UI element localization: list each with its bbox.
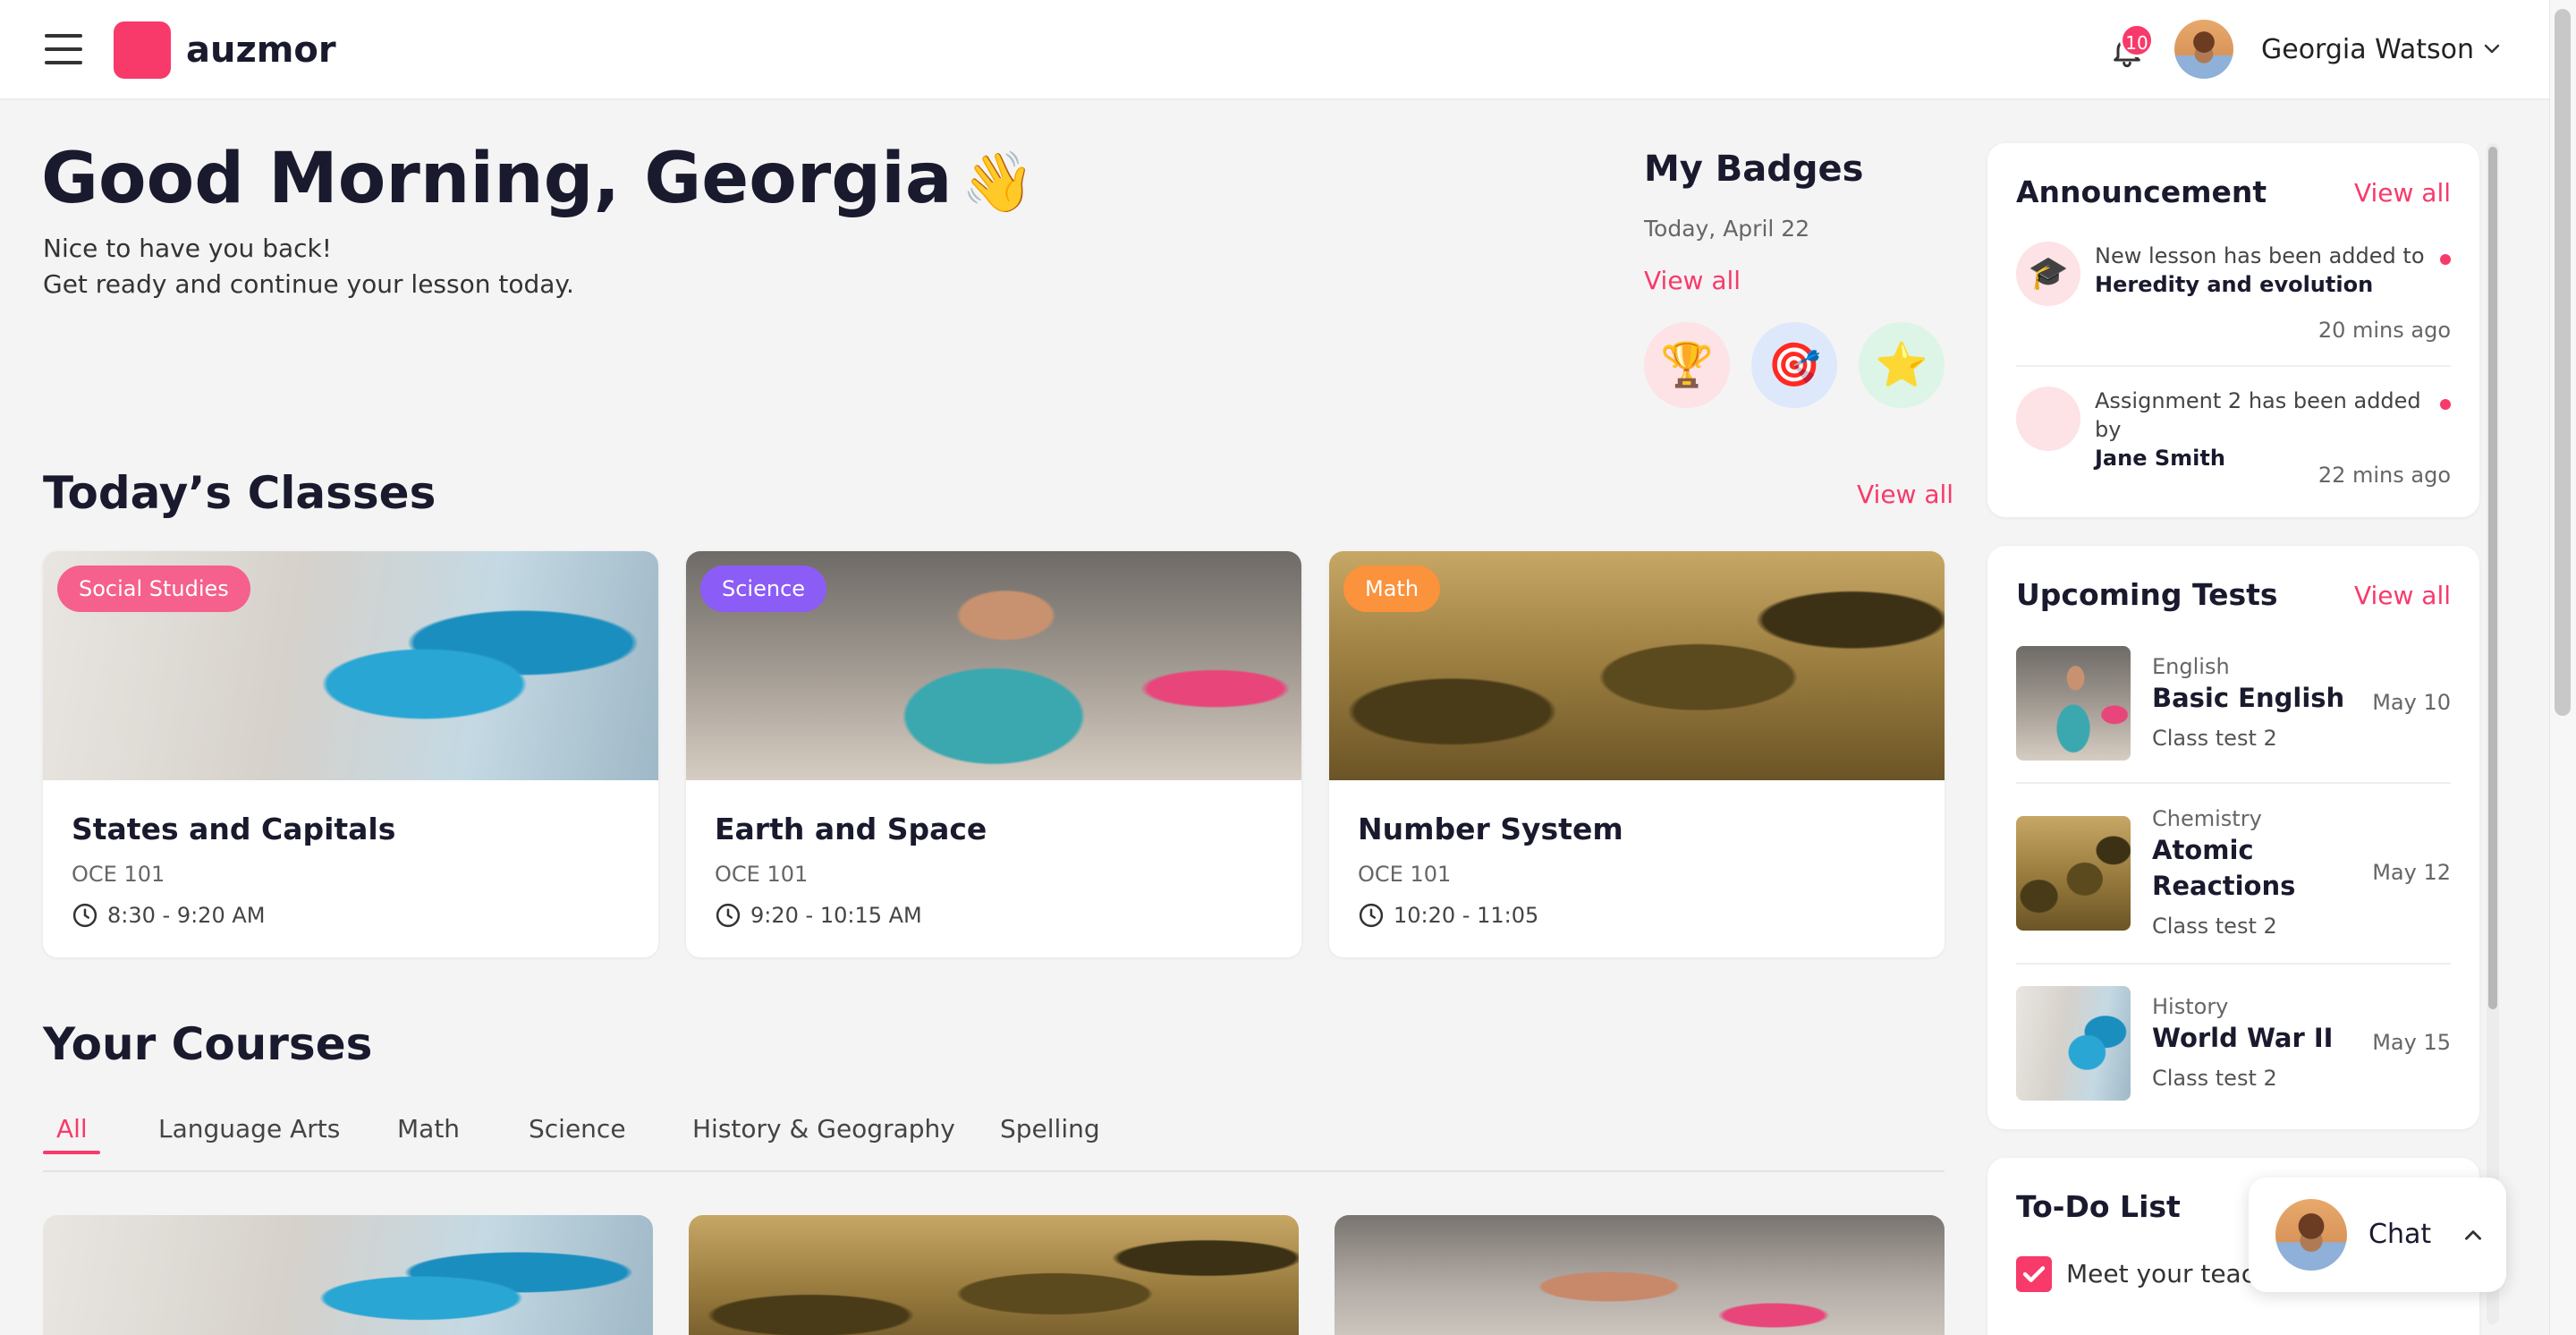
star-icon[interactable]: ⭐ (1859, 322, 1945, 408)
test-date: May 12 (2372, 860, 2451, 885)
badges-date: Today, April 22 (1644, 216, 1810, 242)
tab-history-geography[interactable]: History & Geography (692, 1113, 955, 1145)
course-card[interactable] (43, 1215, 653, 1335)
menu-icon[interactable] (45, 34, 82, 64)
test-name[interactable]: World War II (2152, 1020, 2358, 1056)
subject-tag: Social Studies (57, 565, 250, 612)
greeting-title: Good Morning, Georgia 👋 (41, 136, 1035, 225)
announcement-message: Assignment 2 has been added by (2095, 388, 2421, 442)
test-name[interactable]: Atomic Reactions (2152, 832, 2358, 904)
class-code: OCE 101 (72, 862, 165, 887)
avatar (2016, 387, 2080, 451)
announcement-subject: Heredity and evolution (2095, 272, 2374, 297)
clock-icon (72, 903, 97, 928)
announcement-text[interactable]: New lesson has been added to Heredity an… (2095, 242, 2426, 299)
upcoming-tests-title: Upcoming Tests (2016, 577, 2278, 612)
tab-math[interactable]: Math (397, 1113, 460, 1145)
class-code: OCE 101 (715, 862, 809, 887)
graduation-cap-icon: 🎓 (2016, 242, 2080, 306)
test-thumbnail (2016, 646, 2131, 761)
class-name: Earth and Space (715, 812, 987, 846)
wave-icon: 👋 (961, 148, 1035, 217)
class-card[interactable]: Science Earth and Space OCE 101 9:20 - 1… (686, 551, 1301, 957)
todo-checkbox[interactable] (2016, 1256, 2052, 1292)
logo-text: auzmor (186, 30, 336, 71)
classes-view-all-link[interactable]: View all (1857, 479, 1953, 511)
test-class: Class test 2 (2152, 1066, 2277, 1091)
test-subject: Chemistry (2152, 806, 2262, 831)
todo-item-text[interactable]: Meet your teach (2066, 1256, 2271, 1292)
tab-language-arts[interactable]: Language Arts (158, 1113, 340, 1145)
clock-icon (1359, 903, 1384, 928)
announcement-message: New lesson has been added to (2095, 243, 2425, 268)
divider (2016, 365, 2451, 367)
subject-tag: Math (1343, 565, 1441, 612)
user-avatar[interactable] (2174, 20, 2233, 79)
subject-tag: Science (700, 565, 827, 612)
announcement-time: 20 mins ago (2318, 318, 2451, 343)
chevron-up-icon[interactable] (2462, 1224, 2485, 1247)
tab-all[interactable]: All (56, 1113, 88, 1145)
class-code: OCE 101 (1358, 862, 1452, 887)
test-date: May 10 (2372, 690, 2451, 715)
top-bar: auzmor 10 Georgia Watson (0, 0, 2549, 100)
page-scrollbar-thumb[interactable] (2555, 9, 2571, 716)
user-name[interactable]: Georgia Watson (2261, 32, 2474, 68)
badges-title: My Badges (1644, 149, 1864, 190)
target-icon[interactable]: 🎯 (1751, 322, 1837, 408)
greeting-text: Good Morning, Georgia (41, 139, 953, 219)
test-date: May 15 (2372, 1030, 2451, 1055)
test-thumbnail (2016, 986, 2131, 1101)
divider (2016, 782, 2451, 784)
test-class: Class test 2 (2152, 914, 2277, 939)
chevron-down-icon[interactable] (2481, 38, 2503, 59)
badges-view-all-link[interactable]: View all (1644, 265, 1741, 297)
divider (2016, 963, 2451, 965)
test-subject: History (2152, 994, 2229, 1019)
class-time: 9:20 - 10:15 AM (750, 903, 922, 928)
class-card[interactable]: Social Studies States and Capitals OCE 1… (43, 551, 658, 957)
tab-science[interactable]: Science (529, 1113, 626, 1145)
class-card[interactable]: Math Number System OCE 101 10:20 - 11:05 (1329, 551, 1945, 957)
greeting-subtitle: Nice to have you back! (43, 234, 332, 263)
notification-count-badge: 10 (2120, 23, 2154, 57)
trophy-icon[interactable]: 🏆 (1644, 322, 1730, 408)
announcement-card: Announcement View all 🎓 New lesson has b… (1987, 143, 2479, 517)
test-name[interactable]: Basic English (2152, 680, 2358, 716)
announcement-title: Announcement (2016, 174, 2267, 209)
clock-icon (716, 903, 741, 928)
chat-widget[interactable]: Chat (2249, 1178, 2506, 1292)
greeting-subtitle-2: Get ready and continue your lesson today… (43, 269, 574, 299)
test-class: Class test 2 (2152, 726, 2277, 751)
logo-mark (114, 21, 171, 79)
chat-avatar (2275, 1199, 2347, 1271)
class-time: 8:30 - 9:20 AM (107, 903, 266, 928)
classes-title: Today’s Classes (43, 467, 436, 519)
class-name: States and Capitals (72, 812, 396, 846)
test-subject: English (2152, 654, 2230, 679)
upcoming-tests-view-all-link[interactable]: View all (2354, 580, 2451, 612)
active-tab-indicator (43, 1151, 100, 1154)
class-time: 10:20 - 11:05 (1394, 903, 1539, 928)
tab-spelling[interactable]: Spelling (1000, 1113, 1100, 1145)
upcoming-tests-card: Upcoming Tests View all English Basic En… (1987, 546, 2479, 1129)
announcement-time: 22 mins ago (2318, 463, 2451, 488)
announcement-text[interactable]: Assignment 2 has been added by Jane Smit… (2095, 387, 2426, 472)
todo-title: To-Do List (2016, 1189, 2181, 1224)
tabs-divider (43, 1170, 1945, 1172)
announcement-view-all-link[interactable]: View all (2354, 177, 2451, 209)
class-name: Number System (1358, 812, 1623, 846)
chat-label: Chat (2368, 1219, 2432, 1250)
course-card[interactable] (1335, 1215, 1945, 1335)
test-thumbnail (2016, 816, 2131, 931)
unread-dot (2440, 399, 2451, 410)
course-card[interactable] (689, 1215, 1299, 1335)
unread-dot (2440, 254, 2451, 265)
courses-title: Your Courses (43, 1018, 373, 1070)
panel-scrollbar-thumb[interactable] (2488, 147, 2497, 1009)
